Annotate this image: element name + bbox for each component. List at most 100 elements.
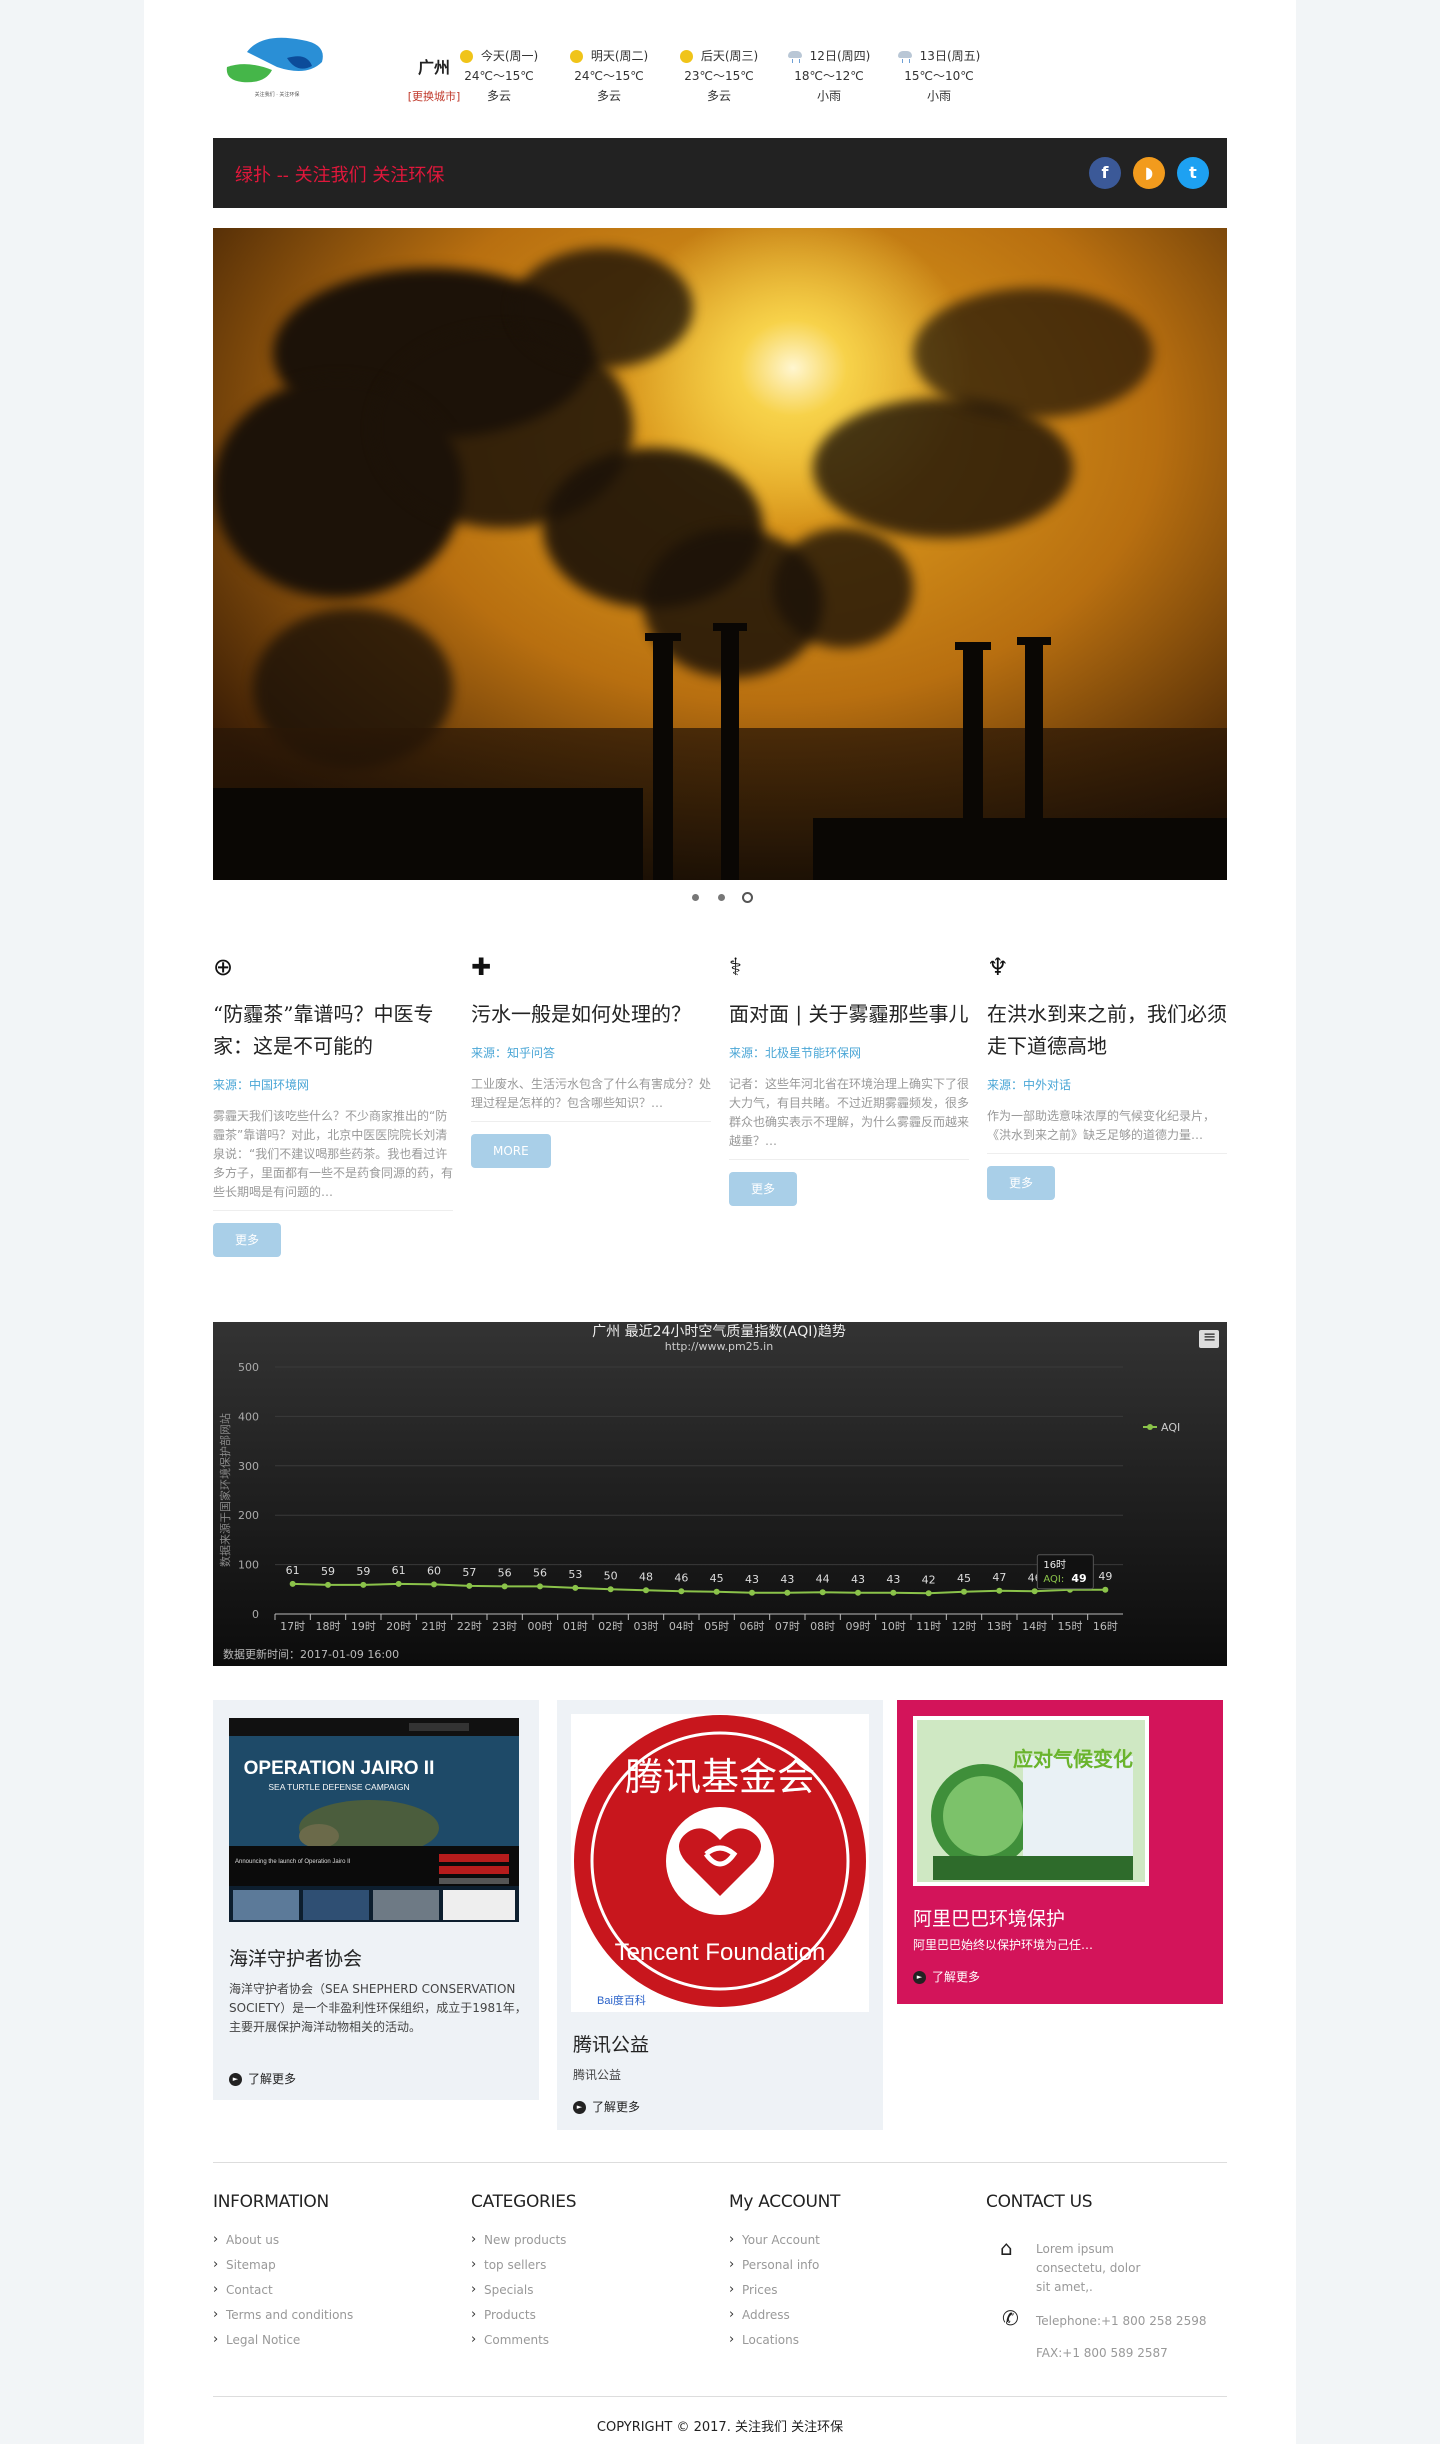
tencent-en-text: Tencent Foundation xyxy=(615,1939,826,1966)
aqi-point xyxy=(961,1588,967,1595)
learn-more-link[interactable]: 了解更多 xyxy=(573,2098,640,2115)
footer-col-title: CONTACT US xyxy=(986,2192,1093,2212)
home-icon: ⌂ xyxy=(1000,2236,1013,2260)
weather-day-row: 13日(周五) xyxy=(884,46,994,66)
footer-link[interactable]: Sitemap xyxy=(213,2252,353,2278)
aqi-point xyxy=(819,1589,826,1596)
footer-link[interactable]: Legal Notice xyxy=(213,2327,353,2353)
footer-link[interactable]: Comments xyxy=(471,2327,576,2353)
y-axis-label: 数据来源于国家环境保护部网站 xyxy=(218,1413,232,1567)
footer-col-contact: CONTACT US xyxy=(986,2192,1093,2212)
y-tick-label: 0 xyxy=(252,1608,259,1621)
x-tick-label: 21时 xyxy=(422,1620,447,1633)
article-more-button[interactable]: 更多 xyxy=(729,1172,798,1206)
hero-slider[interactable] xyxy=(213,228,1227,880)
twitter-icon[interactable]: t xyxy=(1177,157,1209,189)
contact-telephone: Telephone:+1 800 258 2598 xyxy=(1036,2314,1207,2328)
slider-dot[interactable] xyxy=(692,894,699,901)
weather-day-row: 今天(周一) xyxy=(444,46,554,66)
article-title[interactable]: 面对面 | 关于雾霾那些事儿 xyxy=(729,998,969,1030)
slider-dot-active[interactable] xyxy=(742,892,753,903)
legend-marker xyxy=(1147,1424,1153,1430)
card-description: 腾讯公益 xyxy=(573,2068,622,2082)
footer-link[interactable]: Address xyxy=(729,2302,840,2328)
data-label: 49 xyxy=(1098,1570,1112,1583)
tencent-foundation-logo[interactable]: 腾讯基金会 Tencent Foundation Bai度百科 xyxy=(571,1714,869,2012)
learn-more-link[interactable]: 了解更多 xyxy=(913,1968,980,1985)
article-source[interactable]: 来源：中国环境网 xyxy=(213,1076,453,1093)
y-tick-label: 400 xyxy=(238,1410,259,1423)
data-label: 60 xyxy=(427,1564,441,1577)
card-image-subtitle: SEA TURTLE DEFENSE CAMPAIGN xyxy=(268,1782,409,1792)
article-source[interactable]: 来源：中外对话 xyxy=(987,1076,1227,1093)
footer-link[interactable]: Prices xyxy=(729,2277,840,2303)
facebook-icon[interactable]: f xyxy=(1089,157,1121,189)
footer-link[interactable]: Terms and conditions xyxy=(213,2302,353,2328)
footer-bottom-divider xyxy=(213,2396,1227,2397)
footer-col: CATEGORIES New productstop sellersSpecial… xyxy=(471,2192,577,2353)
article-more-button[interactable]: MORE xyxy=(471,1134,551,1168)
article-title[interactable]: “防霾茶”靠谱吗？中医专家：这是不可能的 xyxy=(213,998,453,1062)
footer-link[interactable]: About us xyxy=(213,2227,353,2253)
footer-link[interactable]: Contact xyxy=(213,2277,353,2303)
footer-link[interactable]: New products xyxy=(471,2227,576,2253)
weather-day: 后天(周三) 23℃～15℃ 多云 xyxy=(664,46,774,106)
article-source[interactable]: 来源：知乎问答 xyxy=(471,1044,711,1061)
syringe-icon: ⚕ xyxy=(729,953,742,981)
article-more-button[interactable]: 更多 xyxy=(213,1223,282,1257)
learn-more-link[interactable]: 了解更多 xyxy=(229,2070,296,2087)
sea-shepherd-screenshot[interactable]: OPERATION JAIRO II SEA TURTLE DEFENSE CA… xyxy=(229,1718,519,1922)
article-summary: 工业废水、生活污水包含了什么有害成分？处理过程是怎样的？包含哪些知识？… xyxy=(471,1075,711,1122)
footer-link[interactable]: Locations xyxy=(729,2327,840,2353)
data-label: 61 xyxy=(392,1564,406,1577)
card-description: 阿里巴巴始终以保护环境为己任… xyxy=(913,1938,1094,1952)
footer-link[interactable]: Products xyxy=(471,2302,576,2328)
aqi-point xyxy=(1031,1588,1038,1595)
alibaba-climate-image[interactable]: 应对气候变化 xyxy=(913,1716,1149,1886)
weather-day: 今天(周一) 24℃～15℃ 多云 xyxy=(444,46,554,106)
weather-day: 明天(周二) 24℃～15℃ 多云 xyxy=(554,46,664,106)
x-tick-label: 19时 xyxy=(351,1620,376,1633)
weather-temp: 23℃～15℃ xyxy=(684,69,754,83)
data-label: 56 xyxy=(533,1566,547,1579)
article-title[interactable]: 在洪水到来之前，我们必须走下道德高地 xyxy=(987,998,1227,1062)
card-title[interactable]: 腾讯公益 xyxy=(573,2030,649,2057)
card-tencent: 腾讯基金会 Tencent Foundation Bai度百科 腾讯公益 腾讯公… xyxy=(557,1700,883,2130)
footer-link[interactable]: Personal info xyxy=(729,2252,840,2278)
copyright: COPYRIGHT © 2017. 关注我们 关注环保 xyxy=(596,2420,844,2435)
footer-col: My ACCOUNT Your AccountPersonal infoPrice… xyxy=(729,2192,840,2353)
x-tick-label: 09时 xyxy=(846,1620,871,1633)
aqi-point xyxy=(713,1588,720,1595)
weather-temp: 15℃～10℃ xyxy=(904,69,974,83)
weather-day-label: 后天(周三) xyxy=(700,49,759,63)
footer-link-list: New productstop sellersSpecialsProductsC… xyxy=(471,2227,576,2353)
article-source[interactable]: 来源：北极星节能环保网 xyxy=(729,1044,969,1061)
slider-pagination xyxy=(684,892,764,906)
logo-slogan: 关注我们 · 关注环保 xyxy=(255,91,300,98)
card-image-title: OPERATION JAIRO II xyxy=(244,1758,435,1779)
article-title[interactable]: 污水一般是如何处理的？ xyxy=(471,998,711,1030)
contact-address: Lorem ipsum consectetu, dolor sit amet,. xyxy=(1036,2242,1141,2294)
footer-link[interactable]: Specials xyxy=(471,2277,576,2303)
x-tick-label: 04时 xyxy=(669,1620,694,1633)
x-tick-label: 06时 xyxy=(740,1620,765,1633)
weather-day: 12日(周四) 18℃～12℃ 小雨 xyxy=(774,46,884,106)
weather-day-row: 明天(周二) xyxy=(554,46,664,66)
footer-link[interactable]: top sellers xyxy=(471,2252,576,2278)
data-label: 56 xyxy=(498,1566,512,1579)
site-logo[interactable]: 关注我们 · 关注环保 xyxy=(217,22,337,107)
card-title[interactable]: 阿里巴巴环境保护 xyxy=(913,1904,1065,1931)
article-card: ✚ 污水一般是如何处理的？ 来源：知乎问答 工业废水、生活污水包含了什么有害成分？处理… xyxy=(471,950,711,1168)
footer-link[interactable]: Your Account xyxy=(729,2227,840,2253)
y-tick-label: 300 xyxy=(238,1460,259,1473)
y-tick-label: 100 xyxy=(238,1559,259,1572)
article-more-button[interactable]: 更多 xyxy=(987,1166,1056,1200)
slider-dot[interactable] xyxy=(718,894,725,901)
x-tick-label: 15时 xyxy=(1058,1620,1083,1633)
x-tick-label: 20时 xyxy=(386,1620,411,1633)
rss-icon[interactable]: ◗ xyxy=(1133,157,1165,189)
rain-icon xyxy=(787,50,802,63)
facebook-icon-glyph: f xyxy=(1101,163,1109,182)
card-title[interactable]: 海洋守护者协会 xyxy=(229,1944,362,1971)
chart-menu-button[interactable] xyxy=(1199,1327,1219,1348)
